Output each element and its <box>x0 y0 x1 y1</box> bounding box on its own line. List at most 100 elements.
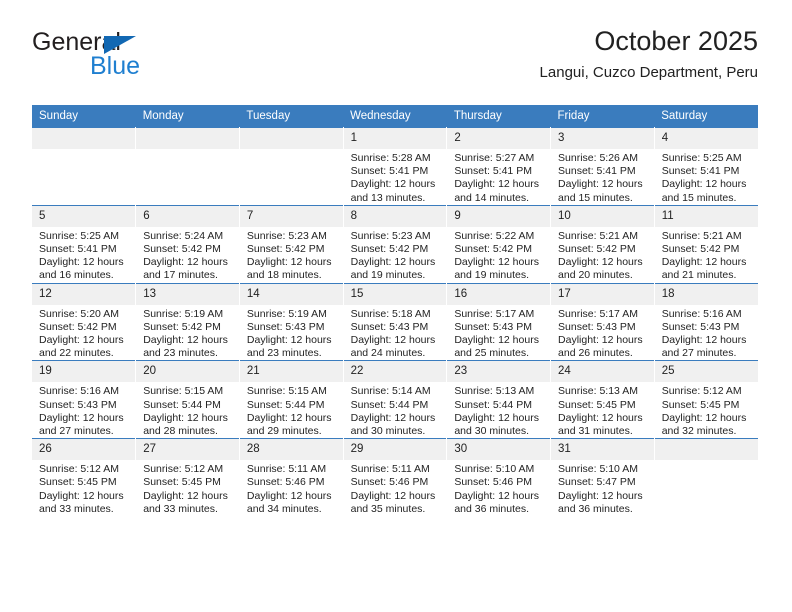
daylight-text: Daylight: 12 hours and 20 minutes. <box>558 256 643 282</box>
calendar-day-cell[interactable]: 30 Sunrise: 5:10 AM Sunset: 5:46 PM Dayligh… <box>446 438 552 517</box>
sunset-text: Sunset: 5:42 PM <box>350 243 429 256</box>
day-number <box>239 128 343 149</box>
daylight-text: Daylight: 12 hours and 15 minutes. <box>661 178 747 204</box>
day-details: Sunrise: 5:21 AM Sunset: 5:42 PM Daylight:… <box>655 227 758 283</box>
sunrise-text: Sunrise: 5:24 AM <box>143 229 224 242</box>
logo-text-blue: Blue <box>90 52 141 80</box>
sunset-text: Sunset: 5:45 PM <box>39 476 117 489</box>
calendar-day-cell[interactable]: 21 Sunrise: 5:15 AM Sunset: 5:44 PM Dayligh… <box>239 360 344 439</box>
day-details: Sunrise: 5:26 AM Sunset: 5:41 PM Daylight:… <box>551 149 654 205</box>
calendar-day-cell[interactable]: 9 Sunrise: 5:22 AM Sunset: 5:42 PM Daylight… <box>446 204 552 284</box>
calendar-day-cell[interactable]: 5 Sunrise: 5:25 AM Sunset: 5:41 PM Daylight… <box>32 204 137 284</box>
sunset-text: Sunset: 5:44 PM <box>143 398 221 411</box>
calendar-week-row: 1 Sunrise: 5:28 AM Sunset: 5:41 PM Daylight… <box>32 127 758 206</box>
day-details: Sunrise: 5:23 AM Sunset: 5:42 PM Daylight:… <box>344 227 447 283</box>
day-details: Sunrise: 5:13 AM Sunset: 5:44 PM Daylight:… <box>447 382 550 438</box>
calendar-day-cell[interactable]: 27 Sunrise: 5:12 AM Sunset: 5:45 PM Dayligh… <box>135 438 240 517</box>
calendar-day-cell[interactable]: 7 Sunrise: 5:23 AM Sunset: 5:42 PM Daylight… <box>239 204 344 284</box>
page-header: General Blue October 2025 Langui, Cuzco … <box>32 26 758 96</box>
sunset-text: Sunset: 5:43 PM <box>454 320 532 333</box>
day-details: Sunrise: 5:24 AM Sunset: 5:42 PM Daylight:… <box>136 227 239 283</box>
daylight-text: Daylight: 12 hours and 30 minutes. <box>454 411 539 438</box>
calendar-day-cell[interactable]: 3 Sunrise: 5:26 AM Sunset: 5:41 PM Daylight… <box>550 127 655 206</box>
general-blue-logo[interactable]: General Blue <box>32 28 272 88</box>
calendar-day-cell[interactable]: 14 Sunrise: 5:19 AM Sunset: 5:43 PM Dayligh… <box>239 282 344 361</box>
sunrise-text: Sunrise: 5:17 AM <box>558 307 638 320</box>
sunset-text: Sunset: 5:43 PM <box>661 320 740 333</box>
calendar-day-cell[interactable]: 31 Sunrise: 5:10 AM Sunset: 5:47 PM Dayligh… <box>550 438 655 517</box>
day-number: 25 <box>654 361 758 383</box>
sunset-text: Sunset: 5:41 PM <box>558 165 636 178</box>
sunrise-text: Sunrise: 5:22 AM <box>454 229 535 242</box>
calendar-day-cell[interactable]: 23 Sunrise: 5:13 AM Sunset: 5:44 PM Dayligh… <box>446 360 552 439</box>
day-number: 4 <box>654 128 758 149</box>
calendar-day-cell[interactable]: 13 Sunrise: 5:19 AM Sunset: 5:42 PM Dayligh… <box>135 282 240 361</box>
day-number: 14 <box>239 283 343 305</box>
calendar-day-cell[interactable]: 29 Sunrise: 5:11 AM Sunset: 5:46 PM Dayligh… <box>343 438 448 517</box>
sunset-text: Sunset: 5:46 PM <box>246 476 325 489</box>
day-number: 29 <box>343 439 447 461</box>
calendar-day-cell[interactable]: 17 Sunrise: 5:17 AM Sunset: 5:43 PM Dayligh… <box>550 282 655 361</box>
day-details: Sunrise: 5:18 AM Sunset: 5:43 PM Daylight:… <box>344 305 447 361</box>
sunrise-text: Sunrise: 5:19 AM <box>246 307 327 320</box>
daylight-text: Daylight: 12 hours and 21 minutes. <box>661 256 747 282</box>
calendar-day-cell[interactable]: 16 Sunrise: 5:17 AM Sunset: 5:43 PM Dayligh… <box>446 282 552 361</box>
calendar-day-cell[interactable]: 22 Sunrise: 5:14 AM Sunset: 5:44 PM Dayligh… <box>343 360 448 439</box>
day-number: 8 <box>343 205 447 227</box>
sunset-text: Sunset: 5:42 PM <box>143 320 221 333</box>
sunrise-text: Sunrise: 5:12 AM <box>661 385 742 398</box>
day-number: 26 <box>32 439 136 461</box>
day-number: 11 <box>654 205 758 227</box>
day-number: 31 <box>551 439 654 461</box>
day-number: 24 <box>551 361 654 383</box>
weekday-header-row: Sunday Monday Tuesday Wednesday Thursday… <box>32 105 758 128</box>
page-subtitle: Langui, Cuzco Department, Peru <box>539 64 758 81</box>
sunrise-text: Sunrise: 5:26 AM <box>558 152 638 164</box>
calendar-day-cell[interactable]: 1 Sunrise: 5:28 AM Sunset: 5:41 PM Daylight… <box>343 127 448 206</box>
daylight-text: Daylight: 12 hours and 14 minutes. <box>454 178 539 204</box>
sunset-text: Sunset: 5:46 PM <box>350 476 429 489</box>
daylight-text: Daylight: 12 hours and 18 minutes. <box>246 256 332 282</box>
calendar-day-cell[interactable]: 10 Sunrise: 5:21 AM Sunset: 5:42 PM Dayligh… <box>550 204 655 284</box>
calendar-day-cell[interactable]: 19 Sunrise: 5:16 AM Sunset: 5:43 PM Dayligh… <box>32 360 137 439</box>
day-number: 6 <box>136 205 239 227</box>
sunrise-text: Sunrise: 5:13 AM <box>454 385 535 398</box>
sunset-text: Sunset: 5:43 PM <box>350 320 429 333</box>
calendar-day-cell[interactable]: 11 Sunrise: 5:21 AM Sunset: 5:42 PM Dayligh… <box>654 204 758 284</box>
calendar-day-cell[interactable]: 18 Sunrise: 5:16 AM Sunset: 5:43 PM Dayligh… <box>654 282 758 361</box>
day-number: 10 <box>551 205 654 227</box>
day-number: 1 <box>343 128 447 149</box>
sunset-text: Sunset: 5:42 PM <box>143 243 221 256</box>
daylight-text: Daylight: 12 hours and 31 minutes. <box>558 411 643 438</box>
day-number <box>32 128 136 149</box>
calendar-day-cell[interactable]: 2 Sunrise: 5:27 AM Sunset: 5:41 PM Daylight… <box>446 127 552 206</box>
sunset-text: Sunset: 5:43 PM <box>39 398 117 411</box>
daylight-text: Daylight: 12 hours and 29 minutes. <box>246 411 332 438</box>
calendar-day-cell[interactable]: 6 Sunrise: 5:24 AM Sunset: 5:42 PM Daylight… <box>135 204 240 284</box>
calendar-day-cell[interactable]: 20 Sunrise: 5:15 AM Sunset: 5:44 PM Dayligh… <box>135 360 240 439</box>
daylight-text: Daylight: 12 hours and 13 minutes. <box>350 178 436 204</box>
day-number: 12 <box>32 283 136 305</box>
day-details: Sunrise: 5:16 AM Sunset: 5:43 PM Daylight:… <box>32 382 135 438</box>
calendar-day-cell[interactable]: 12 Sunrise: 5:20 AM Sunset: 5:42 PM Dayligh… <box>32 282 137 361</box>
calendar-day-cell[interactable]: 26 Sunrise: 5:12 AM Sunset: 5:45 PM Dayligh… <box>32 438 137 517</box>
daylight-text: Daylight: 12 hours and 36 minutes. <box>454 489 539 515</box>
calendar-day-cell[interactable]: 24 Sunrise: 5:13 AM Sunset: 5:45 PM Dayligh… <box>550 360 655 439</box>
daylight-text: Daylight: 12 hours and 35 minutes. <box>350 489 436 515</box>
sunset-text: Sunset: 5:41 PM <box>454 165 532 178</box>
day-details: Sunrise: 5:17 AM Sunset: 5:43 PM Daylight:… <box>447 305 550 361</box>
calendar-day-cell[interactable]: 25 Sunrise: 5:12 AM Sunset: 5:45 PM Dayligh… <box>654 360 758 439</box>
daylight-text: Daylight: 12 hours and 23 minutes. <box>143 334 228 360</box>
calendar-day-cell[interactable]: 28 Sunrise: 5:11 AM Sunset: 5:46 PM Dayligh… <box>239 438 344 517</box>
calendar-header-row: Sunday Monday Tuesday Wednesday Thursday… <box>32 105 758 128</box>
sunset-text: Sunset: 5:43 PM <box>558 320 636 333</box>
calendar-day-cell[interactable]: 4 Sunrise: 5:25 AM Sunset: 5:41 PM Daylight… <box>654 127 758 206</box>
calendar-week-row: 26 Sunrise: 5:12 AM Sunset: 5:45 PM Dayligh… <box>32 438 758 517</box>
calendar-day-cell[interactable]: 15 Sunrise: 5:18 AM Sunset: 5:43 PM Dayligh… <box>343 282 448 361</box>
day-details: Sunrise: 5:28 AM Sunset: 5:41 PM Daylight:… <box>344 149 447 205</box>
calendar-day-cell[interactable]: 8 Sunrise: 5:23 AM Sunset: 5:42 PM Daylight… <box>343 204 448 284</box>
daylight-text: Daylight: 12 hours and 24 minutes. <box>350 334 436 360</box>
day-details: Sunrise: 5:12 AM Sunset: 5:45 PM Daylight:… <box>32 460 135 516</box>
sunrise-text: Sunrise: 5:12 AM <box>39 463 119 476</box>
day-number: 21 <box>239 361 343 383</box>
